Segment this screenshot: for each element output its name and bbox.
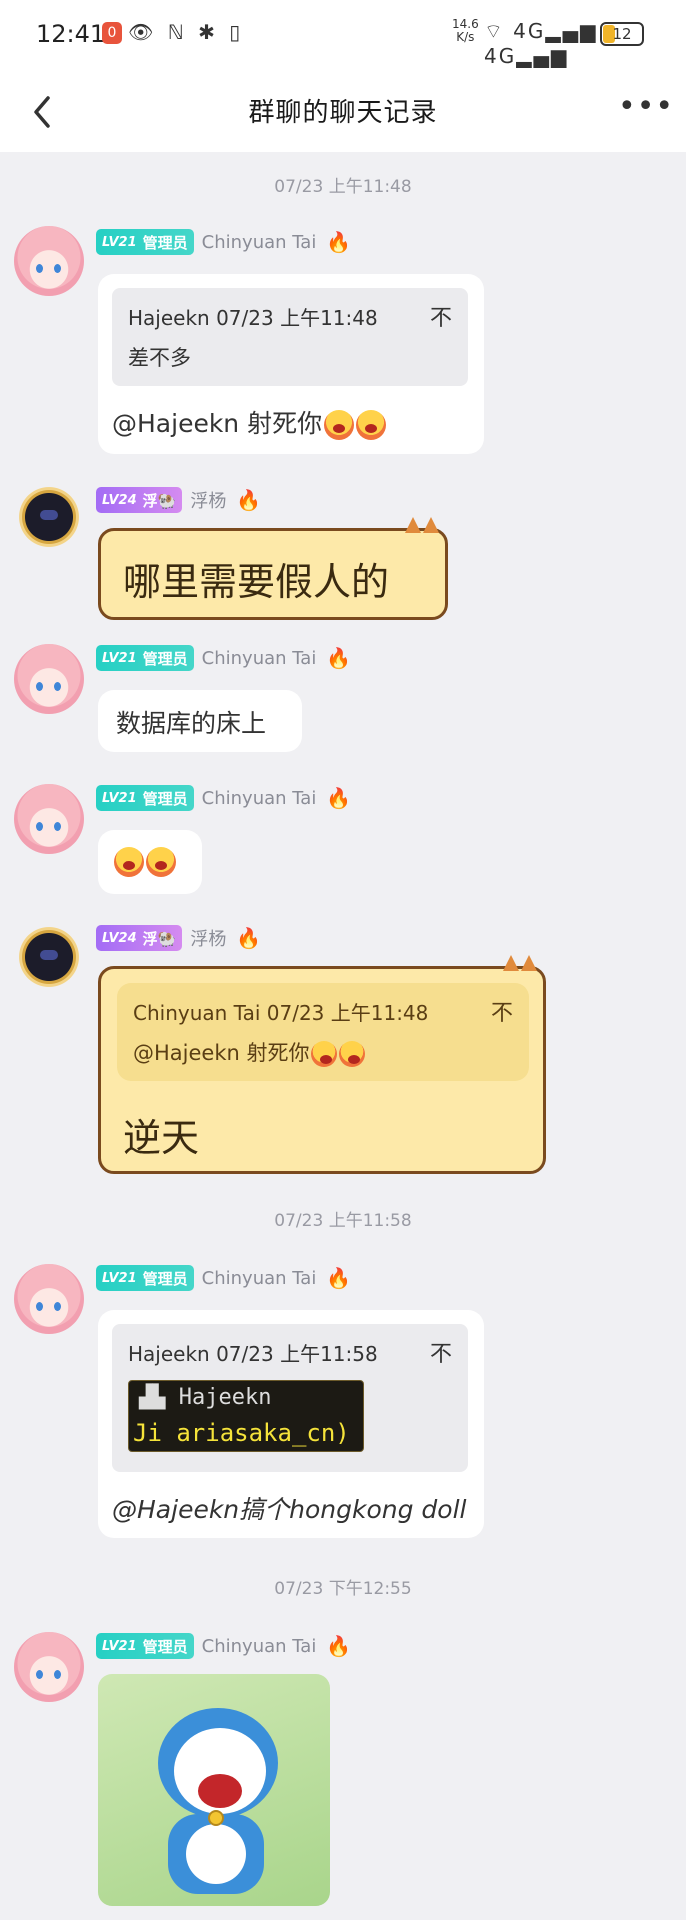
sender-name[interactable]: Chinyuan Tai [202, 788, 317, 809]
quote-pin-icon: 不 [490, 1001, 513, 1026]
avatar[interactable] [14, 482, 84, 552]
sender-line: LV24 浮🐏 浮杨 🔥 [96, 924, 261, 952]
message-text [112, 846, 176, 877]
status-time: 12:41 [36, 20, 106, 48]
message-bubble[interactable] [98, 830, 202, 894]
quoted-image[interactable]: ▟▙ Hajeekn Ji ariasaka_cn) [128, 1380, 364, 1452]
message-bubble[interactable]: 数据库的床上 [98, 690, 302, 752]
emoji-icon [356, 410, 387, 440]
status-bar: 12:41 0 👁 ℕ ✱ ▯ 14.6 K/s ⌔ 4G▂▄▆ 4G▂▄▆ 1… [0, 0, 686, 72]
message-text: 逆天 [123, 1116, 200, 1160]
signal-icons: ⌔ 4G▂▄▆ 4G▂▄▆ [484, 19, 598, 68]
sender-name[interactable]: Chinyuan Tai [202, 648, 317, 669]
avatar[interactable] [14, 922, 84, 992]
sender-name[interactable]: Chinyuan Tai [202, 232, 317, 253]
battery-icon: 12 [600, 22, 644, 46]
sender-name[interactable]: 浮杨 [190, 925, 226, 951]
fire-icon: 🔥 [236, 488, 262, 512]
avatar[interactable] [14, 1264, 84, 1334]
avatar[interactable] [14, 1632, 84, 1702]
fire-icon: 🔥 [326, 646, 352, 670]
header-bar: 群聊的聊天记录 ••• [0, 72, 686, 152]
notification-badge: 0 [102, 22, 122, 44]
avatar[interactable] [14, 226, 84, 296]
more-options-button[interactable]: ••• [618, 92, 673, 132]
sender-line: LV21 管理员 Chinyuan Tai 🔥 [96, 228, 351, 256]
emoji-icon [114, 847, 144, 877]
quote-header: Hajeekn 07/23 上午11:58 [128, 1342, 378, 1366]
page-title: 群聊的聊天记录 [248, 98, 438, 128]
sender-line: LV24 浮🐏 浮杨 🔥 [96, 486, 261, 514]
message-bubble[interactable]: 哪里需要假人的 [98, 517, 448, 620]
quote-pin-icon: 不 [429, 306, 452, 331]
emoji-icon [311, 1041, 338, 1067]
message-text: @Hajeekn搞个hongkong doll [112, 1495, 467, 1524]
sender-name[interactable]: Chinyuan Tai [202, 1636, 317, 1657]
sender-name[interactable]: 浮杨 [190, 487, 226, 513]
message-text: 哪里需要假人的 [123, 560, 390, 604]
message-text: 数据库的床上 [116, 709, 267, 738]
quoted-message[interactable]: Hajeekn 07/23 上午11:48 不 差不多 [112, 288, 468, 386]
quote-pin-icon: 不 [429, 1342, 452, 1367]
quote-body: 差不多 [128, 346, 191, 370]
message-bubble[interactable]: Chinyuan Tai 07/23 上午11:48 不 @Hajeekn 射死… [98, 955, 546, 1174]
sender-line: LV21 管理员 Chinyuan Tai 🔥 [96, 644, 351, 672]
level-badge: LV21 管理员 [96, 1633, 194, 1659]
level-badge: LV24 浮🐏 [96, 487, 183, 513]
image-message-doraemon[interactable] [98, 1674, 330, 1906]
level-badge: LV21 管理员 [96, 229, 194, 255]
fire-icon: 🔥 [326, 1634, 352, 1658]
level-badge: LV24 浮🐏 [96, 925, 183, 951]
fire-icon: 🔥 [236, 926, 262, 950]
status-icons-left: 👁 ℕ ✱ ▯ [128, 20, 245, 44]
quoted-message[interactable]: Hajeekn 07/23 上午11:58 不 ▟▙ Hajeekn Ji ar… [112, 1324, 468, 1472]
fire-icon: 🔥 [326, 230, 352, 254]
sender-line: LV21 管理员 Chinyuan Tai 🔥 [96, 1264, 351, 1292]
sender-line: LV21 管理员 Chinyuan Tai 🔥 [96, 784, 351, 812]
sender-name[interactable]: Chinyuan Tai [202, 1268, 317, 1289]
emoji-icon [324, 410, 355, 440]
cat-ears-icon [399, 513, 443, 535]
avatar[interactable] [14, 784, 84, 854]
level-badge: LV21 管理员 [96, 785, 194, 811]
level-badge: LV21 管理员 [96, 1265, 194, 1291]
quote-body: @Hajeekn 射死你 [133, 1037, 366, 1067]
message-text: @Hajeekn 射死你 [112, 404, 387, 440]
quote-header: Chinyuan Tai 07/23 上午11:48 [133, 1001, 429, 1025]
cat-ears-icon [497, 951, 541, 973]
fire-icon: 🔥 [326, 1266, 352, 1290]
fire-icon: 🔥 [326, 786, 352, 810]
sender-line: LV21 管理员 Chinyuan Tai 🔥 [96, 1632, 351, 1660]
emoji-icon [146, 847, 176, 877]
message-bubble[interactable]: Hajeekn 07/23 上午11:48 不 差不多 @Hajeekn 射死你 [98, 274, 484, 454]
emoji-icon [339, 1041, 366, 1067]
network-speed: 14.6 K/s [452, 17, 479, 44]
timestamp: 07/23 下午12:55 [274, 1579, 412, 1599]
timestamp: 07/23 上午11:48 [274, 177, 412, 197]
timestamp: 07/23 上午11:58 [274, 1211, 412, 1231]
level-badge: LV21 管理员 [96, 645, 194, 671]
message-bubble[interactable]: Hajeekn 07/23 上午11:58 不 ▟▙ Hajeekn Ji ar… [98, 1310, 484, 1538]
quoted-message[interactable]: Chinyuan Tai 07/23 上午11:48 不 @Hajeekn 射死… [117, 983, 529, 1081]
avatar[interactable] [14, 644, 84, 714]
quote-header: Hajeekn 07/23 上午11:48 [128, 306, 378, 330]
